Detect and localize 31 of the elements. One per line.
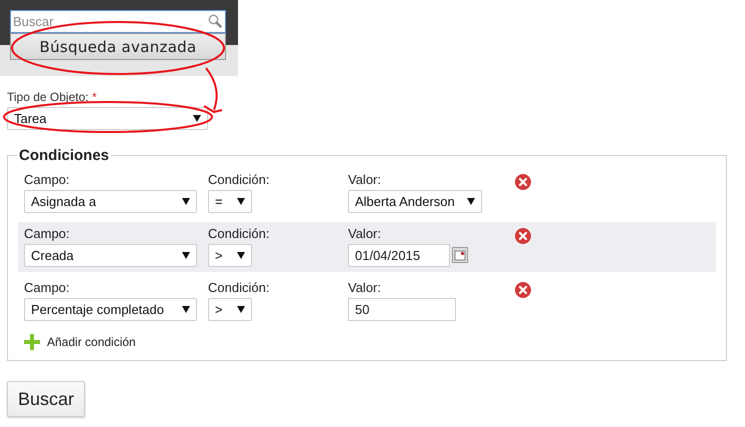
remove-icon[interactable] xyxy=(515,228,531,244)
field-select[interactable]: Asignada a xyxy=(24,190,197,213)
conditions-title: Condiciones xyxy=(18,147,110,164)
field-label: Campo: xyxy=(24,280,71,295)
search-icon xyxy=(208,14,222,28)
value-label: Valor: xyxy=(348,280,382,295)
remove-icon[interactable] xyxy=(515,174,531,190)
condition-label: Condición: xyxy=(208,226,270,241)
date-field[interactable]: 01/04/2015 xyxy=(348,244,450,267)
annotation-arrow xyxy=(203,67,222,114)
value-select[interactable]: Alberta Anderson xyxy=(348,190,482,213)
field-select[interactable]: Percentaje completado xyxy=(24,298,197,321)
condition-select[interactable]: = xyxy=(208,190,252,213)
condition-select[interactable]: > xyxy=(208,244,252,267)
condition-label: Condición: xyxy=(208,172,270,187)
field-select[interactable]: Creada xyxy=(24,244,197,267)
field-label: Campo: xyxy=(24,172,71,187)
object-type-select[interactable]: Tarea xyxy=(7,107,208,130)
search-button[interactable]: Buscar xyxy=(7,381,86,417)
value-label: Valor: xyxy=(348,226,382,241)
object-type-label: Tipo de Objeto: * xyxy=(7,90,98,104)
value-field[interactable]: 50 xyxy=(348,298,456,321)
add-condition-link[interactable]: Añadir condición xyxy=(47,335,136,349)
search-field[interactable]: Buscar xyxy=(10,10,226,33)
remove-icon[interactable] xyxy=(515,282,531,298)
calendar-icon[interactable] xyxy=(452,247,468,263)
value-label: Valor: xyxy=(348,172,382,187)
condition-select[interactable]: > xyxy=(208,298,252,321)
advanced-search-button[interactable]: Búsqueda avanzada xyxy=(10,33,226,60)
field-label: Campo: xyxy=(24,226,71,241)
condition-label: Condición: xyxy=(208,280,270,295)
